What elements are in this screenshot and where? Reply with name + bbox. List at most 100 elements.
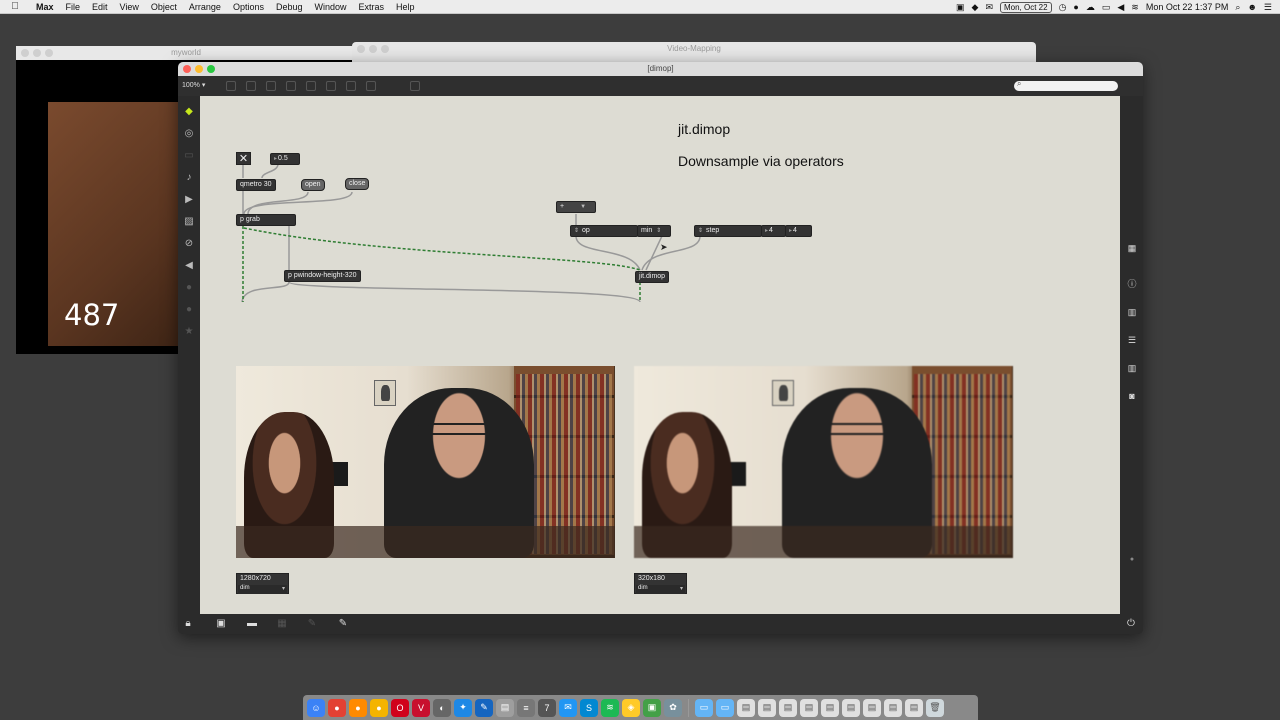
panel-icon[interactable]: ▭ <box>183 150 195 162</box>
menu-extras[interactable]: Extras <box>353 2 391 12</box>
menu-app-max[interactable]: Max <box>30 2 60 12</box>
document-icon[interactable]: ▤ <box>800 698 818 717</box>
dim-display-right[interactable]: 320x180 dim ▾ <box>634 573 687 594</box>
apple-menu-icon[interactable]:  <box>0 1 30 12</box>
volume-icon[interactable]: ◀ <box>1117 2 1124 13</box>
dim-attr-menu[interactable]: dim ▾ <box>238 585 287 594</box>
grid-icon[interactable]: ▦ <box>1126 242 1138 254</box>
document-icon[interactable]: ▤ <box>779 698 797 717</box>
document-icon[interactable]: ▤ <box>737 698 755 717</box>
jit-dimop-object[interactable]: jit.dimop <box>635 271 670 283</box>
toolbar-button[interactable] <box>226 81 236 91</box>
time-machine-icon[interactable]: ◷ <box>1059 2 1067 13</box>
menu-debug[interactable]: Debug <box>270 2 309 12</box>
airplay-icon[interactable]: ▭ <box>1102 2 1111 13</box>
clock-icon[interactable]: ● <box>183 282 195 294</box>
op-attrui[interactable]: ⇕ op <box>570 225 638 237</box>
camera-icon[interactable]: ◙ <box>1126 390 1138 402</box>
open-message[interactable]: open <box>301 179 325 191</box>
firefox-icon[interactable]: ● <box>349 698 367 717</box>
messages-icon[interactable]: ✉ <box>559 698 577 717</box>
app-icon[interactable]: ▤ <box>496 698 514 717</box>
image-icon[interactable]: ▨ <box>183 216 195 228</box>
folder-icon[interactable]: ▭ <box>695 698 713 717</box>
music-note-icon[interactable]: ♪ <box>183 172 195 184</box>
dim-display-left[interactable]: 1280x720 dim ▾ <box>236 573 289 594</box>
calendar-date-badge[interactable]: Mon, Oct 22 <box>999 1 1052 13</box>
patcher-canvas[interactable]: jit.dimop Downsample via operators ✕ 0.5… <box>200 96 1120 614</box>
presentation-icon[interactable]: ▣ <box>215 618 227 630</box>
paperclip-icon[interactable]: ⊘ <box>183 238 195 250</box>
star-icon[interactable]: ★ <box>183 326 195 338</box>
slider-icon[interactable]: ● <box>1126 554 1138 566</box>
opera-icon[interactable]: O <box>391 698 409 717</box>
dropbox-icon[interactable]: ◆ <box>972 2 979 13</box>
zoom-select[interactable]: 100% ▾ <box>182 81 205 89</box>
cloud-icon[interactable]: ☁ <box>1086 2 1095 13</box>
app-icon[interactable]: ✎ <box>475 698 493 717</box>
folder-icon[interactable]: ▭ <box>716 698 734 717</box>
skype-icon[interactable]: S <box>580 698 598 717</box>
toolbar-button[interactable] <box>286 81 296 91</box>
object-cube-icon[interactable]: ◆ <box>183 106 195 118</box>
patcher-search-input[interactable]: ⌕ <box>1014 79 1118 91</box>
toolbar-button[interactable] <box>366 81 376 91</box>
power-icon[interactable]: ⏻ <box>1125 618 1137 630</box>
user-icon[interactable]: ☻ <box>1247 2 1256 12</box>
op-value-menu[interactable]: min ⇕ <box>637 225 671 237</box>
zoom-window-button[interactable] <box>207 65 215 73</box>
wifi-icon[interactable]: ≋ <box>1131 2 1139 13</box>
toolbar-button[interactable] <box>306 81 316 91</box>
info-icon[interactable]: ⓘ <box>1126 278 1138 290</box>
moon-icon[interactable]: ● <box>1073 2 1078 12</box>
chrome-canary-icon[interactable]: ● <box>370 698 388 717</box>
document-icon[interactable]: ▤ <box>905 698 923 717</box>
finder-icon[interactable]: ☺ <box>307 698 325 717</box>
menu-options[interactable]: Options <box>227 2 270 12</box>
document-icon[interactable]: ▤ <box>863 698 881 717</box>
close-window-button[interactable] <box>183 65 191 73</box>
spotify-icon[interactable]: ≋ <box>601 698 619 717</box>
document-icon[interactable]: ▤ <box>821 698 839 717</box>
app-icon[interactable]: ▣ <box>643 698 661 717</box>
qmetro-object[interactable]: qmetro 30 <box>236 179 276 191</box>
toolbar-button[interactable] <box>246 81 256 91</box>
menu-clock[interactable]: Mon Oct 22 1:37 PM <box>1146 2 1229 12</box>
app-icon[interactable]: ✿ <box>664 698 682 717</box>
max-icon[interactable]: 7 <box>538 698 556 717</box>
video-icon[interactable]: ▶ <box>183 194 195 206</box>
float-number-box[interactable]: 0.5 <box>270 153 300 165</box>
projector-icon[interactable]: ▬ <box>246 618 258 630</box>
mail-icon[interactable]: ✉ <box>985 2 993 13</box>
list-icon[interactable]: ☰ <box>1126 334 1138 346</box>
minimize-window-button[interactable] <box>195 65 203 73</box>
debug-icon[interactable]: ✎ <box>306 618 318 630</box>
step-y-number[interactable]: 4 <box>785 225 812 237</box>
p-pwindow-object[interactable]: p pwindow-height-320 <box>284 270 361 282</box>
toolbar-button[interactable] <box>326 81 336 91</box>
dim-attr-menu[interactable]: dim ▾ <box>636 585 685 594</box>
step-x-number[interactable]: 4 <box>761 225 786 237</box>
menu-file[interactable]: File <box>60 2 87 12</box>
safari-icon[interactable]: ✦ <box>454 698 472 717</box>
operator-menu[interactable]: + ▼ <box>556 201 596 213</box>
book-icon[interactable]: ▥ <box>1126 306 1138 318</box>
screen-record-icon[interactable]: ▣ <box>956 2 965 13</box>
browser-icon[interactable]: ◐ <box>433 698 451 717</box>
search-icon[interactable]: ⌕ <box>1235 2 1240 13</box>
vivaldi-icon[interactable]: V <box>412 698 430 717</box>
list-icon[interactable]: ☰ <box>1264 2 1272 13</box>
toolbar-button[interactable] <box>266 81 276 91</box>
menu-edit[interactable]: Edit <box>86 2 114 12</box>
reference-icon[interactable]: ▥ <box>1126 362 1138 374</box>
trash-icon[interactable]: 🗑︎ <box>926 698 944 717</box>
close-message[interactable]: close <box>345 178 370 190</box>
menu-window[interactable]: Window <box>309 2 353 12</box>
menu-arrange[interactable]: Arrange <box>183 2 227 12</box>
document-icon[interactable]: ▤ <box>758 698 776 717</box>
toolbar-button[interactable] <box>346 81 356 91</box>
document-icon[interactable]: ▤ <box>884 698 902 717</box>
package-icon[interactable]: ● <box>183 304 195 316</box>
document-icon[interactable]: ▤ <box>842 698 860 717</box>
target-icon[interactable]: ◎ <box>183 128 195 140</box>
